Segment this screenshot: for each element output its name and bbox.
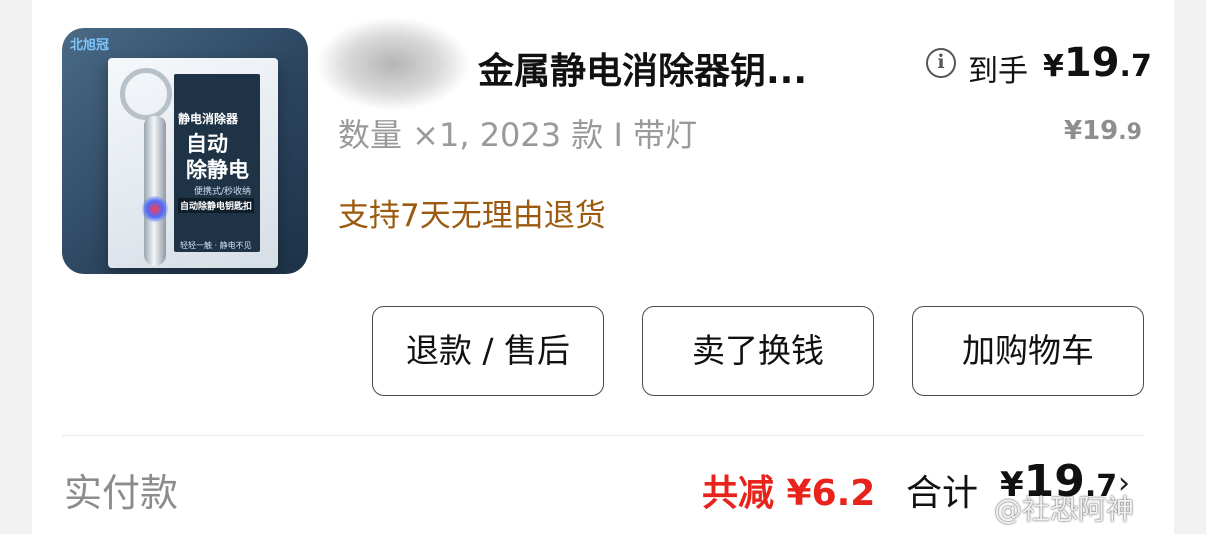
final-price-label: 到手 bbox=[968, 54, 1028, 89]
price-decimal: .7 bbox=[1119, 49, 1152, 84]
original-price: ¥19.9 bbox=[1064, 116, 1142, 146]
image-brand-text: 北旭冠 bbox=[70, 38, 110, 53]
discount-total: 共减 ¥6.2 bbox=[702, 473, 876, 514]
price-integer: 19 bbox=[1082, 116, 1119, 146]
product-title[interactable]: 金属静电消除器钥... bbox=[478, 42, 807, 94]
price-decimal: .9 bbox=[1118, 120, 1142, 145]
resell-button[interactable]: 卖了换钱 bbox=[642, 306, 874, 396]
info-icon[interactable]: i bbox=[926, 48, 956, 78]
total-label: 合计 bbox=[906, 473, 979, 514]
refund-button[interactable]: 退款 / 售后 bbox=[372, 306, 604, 396]
paid-amount-label: 实付款 bbox=[64, 471, 179, 515]
product-spec: 数量 ×1, 2023 款 I 带灯 bbox=[338, 116, 698, 154]
device-rod-shape bbox=[144, 116, 166, 266]
image-text-5: 自动除静电钥匙扣 bbox=[178, 198, 255, 213]
led-glow-shape bbox=[142, 196, 168, 222]
redaction-scribble bbox=[318, 18, 468, 110]
keyring-shape bbox=[120, 68, 172, 120]
watermark: @社恐阿神 bbox=[994, 493, 1135, 526]
add-to-cart-button[interactable]: 加购物车 bbox=[912, 306, 1144, 396]
image-text-6: 轻轻一触 · 静电不见 bbox=[180, 241, 252, 250]
image-text-4: 便携式/秒收纳 bbox=[194, 187, 252, 197]
image-text-1: 静电消除器 bbox=[178, 112, 239, 126]
product-image[interactable]: 北旭冠 静电消除器 自动 除静电 便携式/秒收纳 自动除静电钥匙扣 轻轻一触 ·… bbox=[62, 28, 308, 274]
divider bbox=[62, 435, 1144, 436]
image-text-3: 除静电 bbox=[186, 158, 249, 182]
currency-symbol: ¥ bbox=[1043, 49, 1064, 84]
price-integer: 19 bbox=[1063, 40, 1120, 86]
currency-symbol: ¥ bbox=[1064, 116, 1083, 146]
final-price: ¥19.7 bbox=[1043, 40, 1152, 86]
return-policy-tag: 支持7天无理由退货 bbox=[338, 198, 606, 234]
